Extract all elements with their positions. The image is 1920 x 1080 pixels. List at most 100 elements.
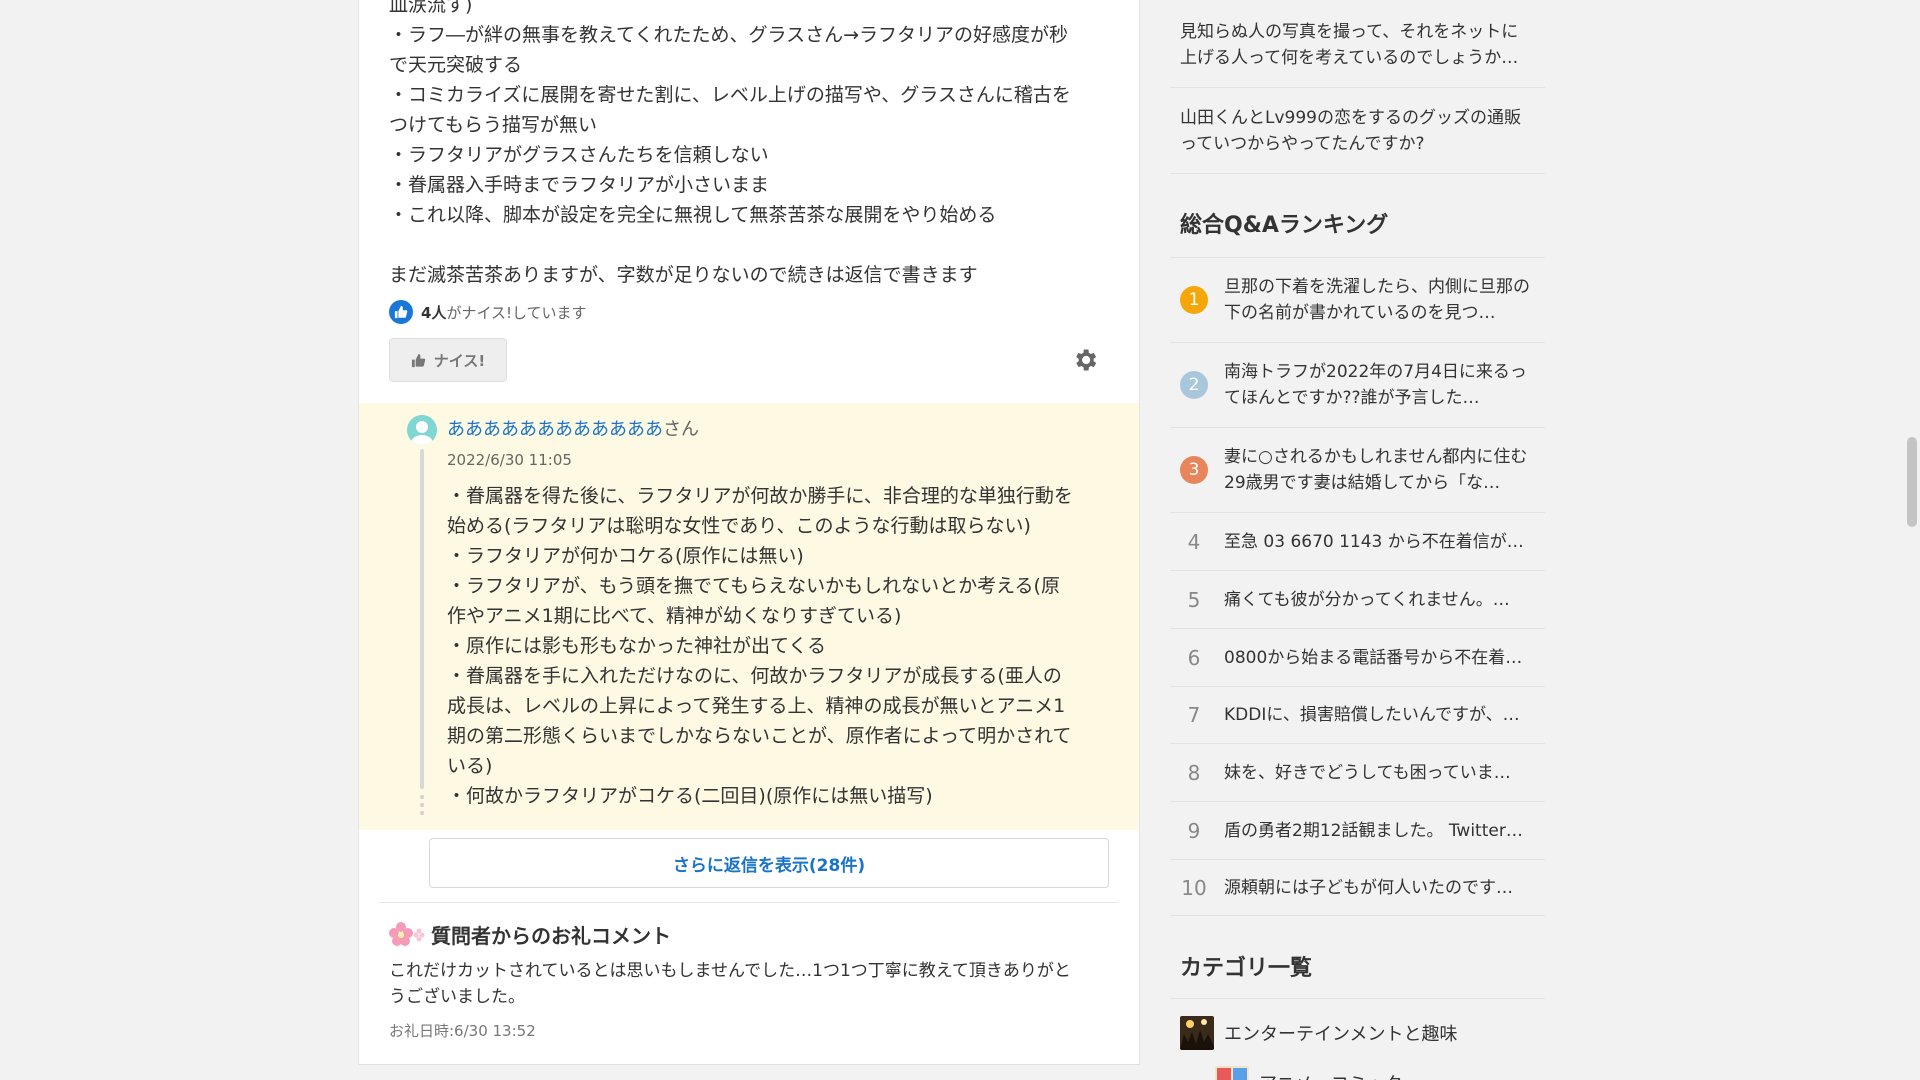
avatar[interactable] bbox=[407, 415, 437, 445]
page: 皿涙流す) ・ラフ―が絆の無事を教えてくれたため、グラスさん→ラフタリアの好感度… bbox=[0, 0, 1920, 1080]
scrollbar-thumb[interactable] bbox=[1907, 437, 1917, 527]
answer-line: まだ滅茶苦茶ありますが、字数が足りないので続きは返信で書きます bbox=[389, 264, 978, 286]
answer-line: 皿涙流す) bbox=[389, 0, 473, 16]
ranking-item-text: 旦那の下着を洗濯したら、内側に旦那の下の名前が書かれているのを見つ… bbox=[1224, 277, 1530, 323]
ranking-item-text: 南海トラフが2022年の7月4日に来るってほんとですか??誰が予言した… bbox=[1224, 362, 1527, 408]
sidebar: 見知らぬ人の写真を撮って、それをネットに 上げる人って何を考えているのでしょうか… bbox=[1170, 0, 1545, 1080]
ranking-item-text: 盾の勇者2期12話観ました。 Twitter… bbox=[1224, 820, 1523, 841]
category-label: エンターテインメントと趣味 bbox=[1224, 1024, 1458, 1045]
related-question-text: 山田くんとLv999の恋をするのグッズの通販 っていつからやってたんですか? bbox=[1180, 105, 1521, 157]
ranking-item[interactable]: 7 KDDIに、損害賠償したいんですが、… bbox=[1170, 687, 1545, 744]
category-item-entertainment[interactable]: エンターテインメントと趣味 bbox=[1180, 1016, 1457, 1050]
thread-line bbox=[420, 449, 424, 789]
answer-line: ・ラフ―が絆の無事を教えてくれたため、グラスさん→ラフタリアの好感度が秒 bbox=[389, 24, 1069, 46]
reply-line: 成長は、レベルの上昇によって発生する上、精神の成長が無いとアニメ1 bbox=[447, 695, 1066, 717]
ranking-heading: 総合Q&Aランキング bbox=[1180, 213, 1389, 238]
category-heading: カテゴリ一覧 bbox=[1180, 956, 1313, 981]
thanks-heading: 質問者からのお礼コメント bbox=[389, 920, 671, 949]
nice-suffix: がナイス!しています bbox=[446, 303, 587, 322]
reply-date: 2022/6/30 11:05 bbox=[447, 451, 572, 469]
thumbs-up-icon bbox=[389, 300, 413, 324]
reply-item: ああああああああああああさん 2022/6/30 11:05 ・眷属器を得た後に… bbox=[359, 403, 1139, 830]
ranking-item[interactable]: 10 源頼朝には子どもが何人いたのです… bbox=[1170, 860, 1545, 916]
nice-button[interactable]: ナイス! bbox=[389, 338, 507, 382]
related-question-line: 見知らぬ人の写真を撮って、それをネットに bbox=[1180, 21, 1519, 42]
thread-dot bbox=[420, 811, 424, 815]
reply-line: ・原作には影も形もなかった神社が出てくる bbox=[447, 635, 827, 657]
reply-line: ・何故かラフタリアがコケる(二回目)(原作には無い描写) bbox=[447, 785, 933, 807]
answer-line: で天元突破する bbox=[389, 54, 523, 76]
entertainment-thumbnail-icon bbox=[1180, 1016, 1214, 1050]
thread-dot bbox=[420, 803, 424, 807]
answer-blank-line bbox=[389, 230, 1114, 260]
answer-body: 皿涙流す) ・ラフ―が絆の無事を教えてくれたため、グラスさん→ラフタリアの好感度… bbox=[389, 0, 1114, 290]
reply-body: ・眷属器を得た後に、ラフタリアが何故か勝手に、非合理的な単独行動を 始める(ラフ… bbox=[447, 481, 1107, 811]
reply-line: 期の第二形態くらいまでしかならないことが、原作者によって明かされて bbox=[447, 725, 1072, 747]
flower-icon bbox=[389, 921, 425, 946]
answer-line: つけてもらう描写が無い bbox=[389, 114, 598, 136]
divider bbox=[379, 902, 1119, 903]
ranking-item[interactable]: 3 妻に○されるかもしれません都内に住む29歳男です妻は結婚してから「な… bbox=[1170, 428, 1545, 513]
category-label: アニメ、コミック bbox=[1259, 1070, 1403, 1080]
rank-number: 6 bbox=[1187, 645, 1201, 670]
rank-number: 8 bbox=[1187, 760, 1201, 785]
ranking-item-text: 妹を、好きでどうしても困っていま… bbox=[1224, 762, 1511, 783]
ranking-item-text: 0800から始まる電話番号から不在着… bbox=[1224, 647, 1523, 668]
reply-honorific: さん bbox=[663, 419, 699, 440]
nice-button-label: ナイス! bbox=[433, 351, 486, 370]
rank-number: 10 bbox=[1181, 875, 1207, 900]
reply-line: ・眷属器を得た後に、ラフタリアが何故か勝手に、非合理的な単独行動を bbox=[447, 485, 1073, 507]
thanks-title: 質問者からのお礼コメント bbox=[431, 924, 671, 948]
related-question-line: 上げる人って何を考えているのでしょうか… bbox=[1180, 47, 1519, 68]
gear-icon[interactable] bbox=[1071, 346, 1099, 374]
rank-badge: 1 bbox=[1180, 286, 1208, 314]
nice-count: 4人 bbox=[421, 303, 447, 322]
thumbs-up-icon bbox=[411, 353, 425, 367]
scrollbar[interactable] bbox=[1903, 0, 1920, 1080]
reply-author: ああああああああああああさん bbox=[447, 415, 699, 441]
divider bbox=[1170, 998, 1545, 999]
rank-number: 4 bbox=[1187, 529, 1201, 554]
ranking-item[interactable]: 5 痛くても彼が分かってくれません。… bbox=[1170, 571, 1545, 629]
anime-thumbnail-icon bbox=[1215, 1066, 1249, 1080]
thread-dot bbox=[420, 795, 424, 799]
thanks-line: うございました。 bbox=[389, 987, 525, 1007]
related-question[interactable]: 見知らぬ人の写真を撮って、それをネットに 上げる人って何を考えているのでしょうか… bbox=[1170, 2, 1545, 88]
related-question-line: 山田くんとLv999の恋をするのグッズの通販 bbox=[1180, 107, 1521, 128]
reply-line: 作やアニメ1期に比べて、精神が幼くなりすぎている) bbox=[447, 605, 902, 627]
ranking-item-text: KDDIに、損害賠償したいんですが、… bbox=[1224, 705, 1520, 725]
rank-badge: 2 bbox=[1180, 371, 1208, 399]
thanks-date: お礼日時:6/30 13:52 bbox=[389, 1022, 536, 1040]
rank-number: 9 bbox=[1187, 818, 1201, 843]
ranking-item[interactable]: 2 南海トラフが2022年の7月4日に来るってほんとですか??誰が予言した… bbox=[1170, 343, 1545, 428]
related-question-text: 見知らぬ人の写真を撮って、それをネットに 上げる人って何を考えているのでしょうか… bbox=[1180, 19, 1518, 71]
related-question-line: っていつからやってたんですか? bbox=[1180, 133, 1425, 154]
show-more-replies-button[interactable]: さらに返信を表示(28件) bbox=[429, 838, 1109, 888]
reply-line: ・ラフタリアが何かコケる(原作には無い) bbox=[447, 545, 804, 567]
reply-line: ・ラフタリアが、もう頭を撫でてもらえないかもしれないとか考える(原 bbox=[447, 575, 1060, 597]
reply-username-link[interactable]: ああああああああああああ bbox=[447, 419, 663, 440]
reply-line: いる) bbox=[447, 755, 493, 777]
answer-line: ・眷属器入手時までラフタリアが小さいまま bbox=[389, 174, 770, 196]
thanks-line: これだけカットされているとは思いもしませんでした…1つ1つ丁寧に教えて頂きありが… bbox=[389, 961, 1071, 981]
answer-line: ・ラフタリアがグラスさんたちを信頼しない bbox=[389, 144, 769, 166]
ranking-item[interactable]: 1 旦那の下着を洗濯したら、内側に旦那の下の名前が書かれているのを見つ… bbox=[1170, 258, 1545, 343]
ranking-item[interactable]: 6 0800から始まる電話番号から不在着… bbox=[1170, 629, 1545, 687]
answer-line: ・これ以降、脚本が設定を完全に無視して無茶苦茶な展開をやり始める bbox=[389, 204, 997, 226]
nice-summary: 4人 がナイス!しています bbox=[389, 300, 587, 324]
answer-line: ・コミカライズに展開を寄せた割に、レベル上げの描写や、グラスさんに稽古を bbox=[389, 84, 1071, 106]
rank-number: 7 bbox=[1187, 703, 1201, 727]
thanks-body: これだけカットされているとは思いもしませんでした…1つ1つ丁寧に教えて頂きありが… bbox=[389, 958, 1109, 1010]
reply-line: ・眷属器を手に入れただけなのに、何故かラフタリアが成長する(亜人の bbox=[447, 665, 1062, 687]
ranking-item[interactable]: 8 妹を、好きでどうしても困っていま… bbox=[1170, 744, 1545, 802]
ranking-item-text: 痛くても彼が分かってくれません。… bbox=[1224, 589, 1510, 610]
related-question[interactable]: 山田くんとLv999の恋をするのグッズの通販 っていつからやってたんですか? bbox=[1170, 88, 1545, 174]
ranking-item-text: 源頼朝には子どもが何人いたのです… bbox=[1224, 877, 1513, 898]
reply-line: 始める(ラフタリアは聡明な女性であり、このような行動は取らない) bbox=[447, 515, 1031, 537]
answer-card: 皿涙流す) ・ラフ―が絆の無事を教えてくれたため、グラスさん→ラフタリアの好感度… bbox=[358, 0, 1140, 1065]
ranking-item-text: 妻に○されるかもしれません都内に住む29歳男です妻は結婚してから「な… bbox=[1224, 447, 1528, 493]
ranking-item[interactable]: 4 至急 03 6670 1143 から不在着信が… bbox=[1170, 513, 1545, 571]
category-item-anime[interactable]: アニメ、コミック bbox=[1215, 1066, 1403, 1080]
rank-badge: 3 bbox=[1180, 456, 1208, 484]
ranking-item[interactable]: 9 盾の勇者2期12話観ました。 Twitter… bbox=[1170, 802, 1545, 860]
